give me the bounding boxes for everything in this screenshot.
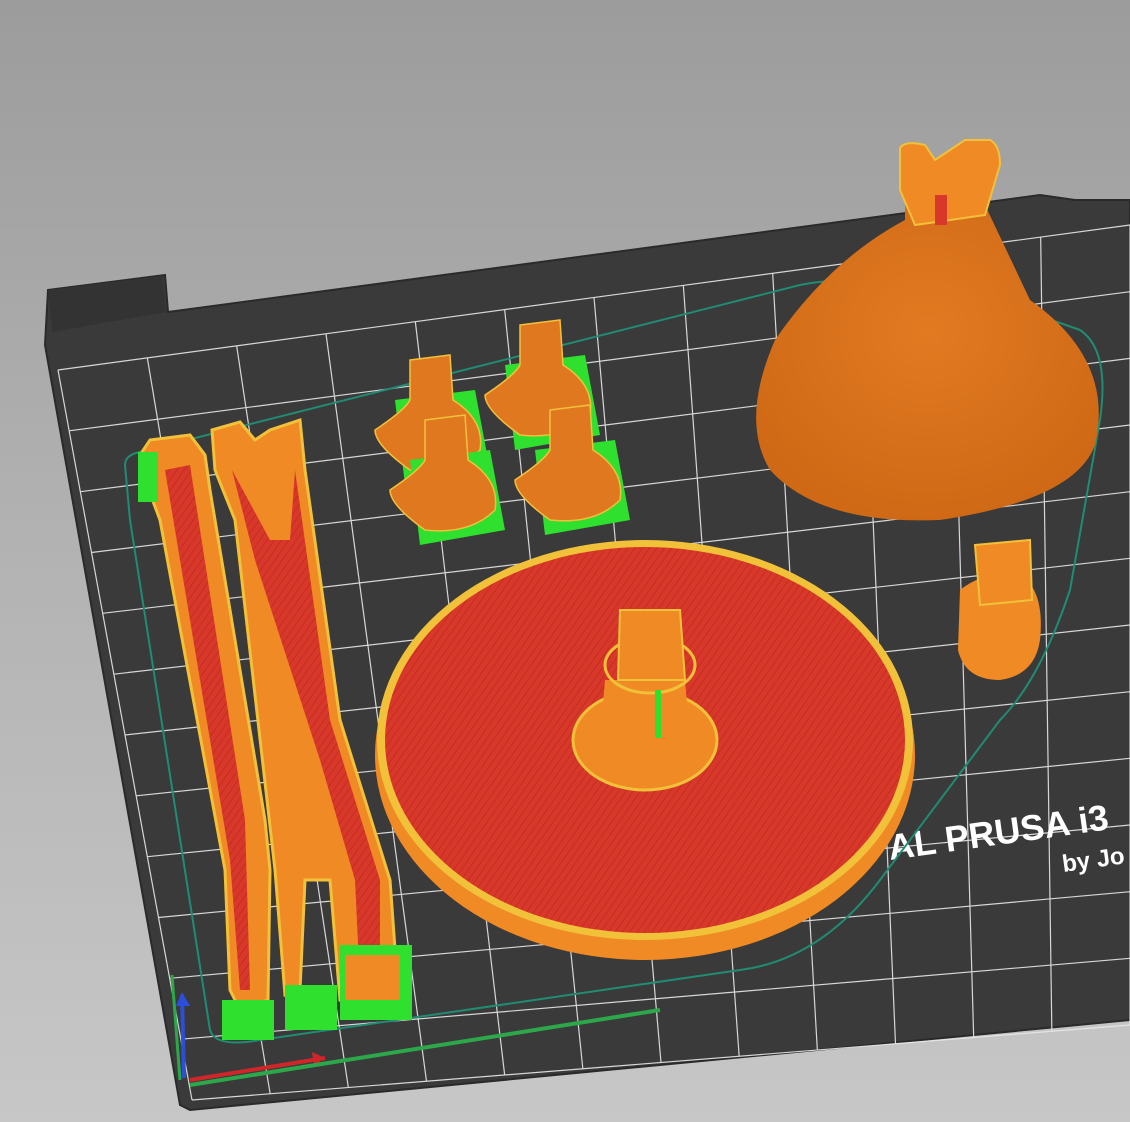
support-block bbox=[285, 985, 337, 1030]
support-block bbox=[138, 452, 158, 502]
part-round-base[interactable] bbox=[375, 540, 915, 960]
3d-preview-viewport[interactable]: AL PRUSA i3 by Jo bbox=[0, 0, 1130, 1122]
support-block bbox=[222, 1000, 274, 1040]
z-axis-line bbox=[180, 994, 186, 1079]
support-block bbox=[655, 690, 661, 738]
